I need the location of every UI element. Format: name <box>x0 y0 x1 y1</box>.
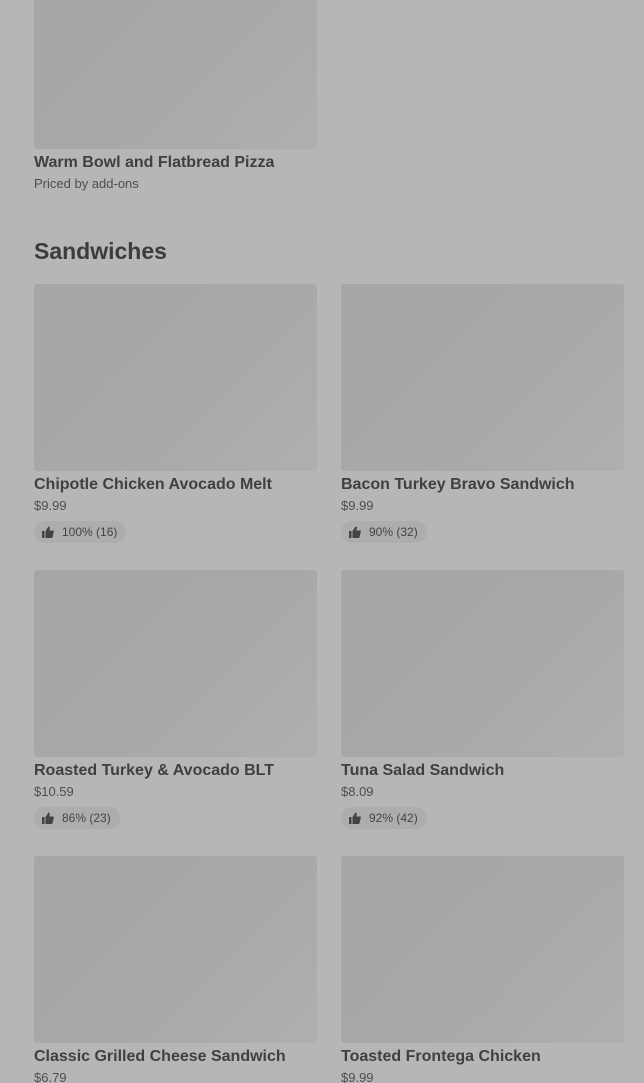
menu-item-name: Tuna Salad Sandwich <box>341 762 505 779</box>
menu-item-image[interactable] <box>34 570 317 757</box>
menu-item-price: $8.09 <box>341 784 374 799</box>
menu-item-image[interactable] <box>34 0 317 149</box>
menu-item-card[interactable]: Bacon Turkey Bravo Sandwich $9.99 90% (3… <box>341 284 624 546</box>
menu-item-price: $6.79 <box>34 1070 67 1083</box>
rating-text: 100% (16) <box>62 525 118 539</box>
menu-item-card[interactable]: Roasted Turkey & Avocado BLT $10.59 86% … <box>34 570 317 832</box>
menu-item-card[interactable]: Tuna Salad Sandwich $8.09 92% (42) <box>341 570 624 832</box>
thumbs-up-icon <box>42 526 54 538</box>
menu-item-price: $10.59 <box>34 784 74 799</box>
menu-item-image[interactable] <box>34 856 317 1043</box>
menu-item-name: Roasted Turkey & Avocado BLT <box>34 762 275 779</box>
menu-page: Warm Bowl and Flatbread Pizza Priced by … <box>0 0 644 1083</box>
menu-item-name: Bacon Turkey Bravo Sandwich <box>341 476 575 493</box>
section-title: Sandwiches <box>34 238 167 264</box>
menu-item-card[interactable]: Warm Bowl and Flatbread Pizza Priced by … <box>34 0 317 193</box>
menu-item-name: Toasted Frontega Chicken <box>341 1048 541 1065</box>
menu-item-card[interactable]: Classic Grilled Cheese Sandwich $6.79 <box>34 856 317 1083</box>
menu-item-name: Warm Bowl and Flatbread Pizza <box>34 154 275 171</box>
thumbs-up-icon <box>349 812 361 824</box>
rating-text: 92% (42) <box>369 811 418 825</box>
thumbs-up-icon <box>42 812 54 824</box>
menu-items-grid: Chipotle Chicken Avocado Melt $9.99 100%… <box>34 284 624 1083</box>
rating-badge: 86% (23) <box>34 807 120 829</box>
menu-item-price: $9.99 <box>341 1070 374 1083</box>
menu-item-name: Chipotle Chicken Avocado Melt <box>34 476 272 493</box>
rating-badge: 90% (32) <box>341 521 427 543</box>
rating-text: 90% (32) <box>369 525 418 539</box>
thumbs-up-icon <box>349 526 361 538</box>
menu-item-image[interactable] <box>341 856 624 1043</box>
menu-item-image[interactable] <box>34 284 317 471</box>
menu-item-price: $9.99 <box>341 498 374 513</box>
rating-badge: 100% (16) <box>34 521 127 543</box>
rating-text: 86% (23) <box>62 811 111 825</box>
menu-item-price: $9.99 <box>34 498 67 513</box>
menu-item-card[interactable]: Chipotle Chicken Avocado Melt $9.99 100%… <box>34 284 317 546</box>
menu-item-card[interactable]: Toasted Frontega Chicken $9.99 <box>341 856 624 1083</box>
menu-item-image[interactable] <box>341 570 624 757</box>
menu-item-subtitle: Priced by add-ons <box>34 176 139 191</box>
menu-item-name: Classic Grilled Cheese Sandwich <box>34 1048 286 1065</box>
rating-badge: 92% (42) <box>341 807 427 829</box>
menu-item-image[interactable] <box>341 284 624 471</box>
